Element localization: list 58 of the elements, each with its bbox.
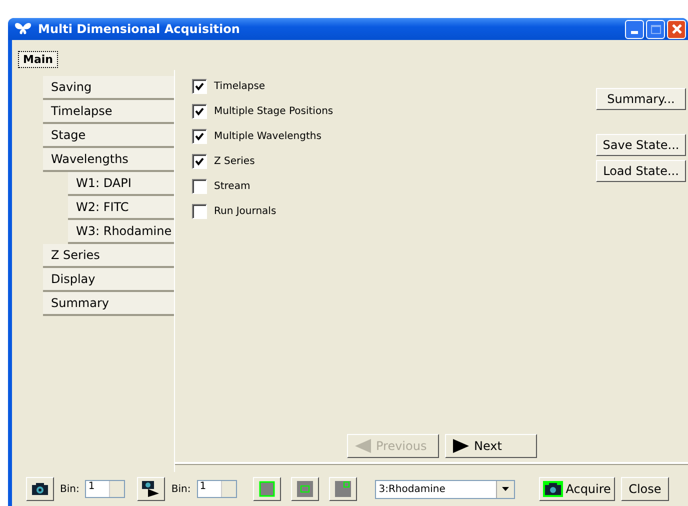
checkbox-label: Run Journals	[214, 206, 276, 216]
check-icon	[195, 132, 204, 140]
main-tab[interactable]: Main	[18, 51, 58, 68]
nav-item[interactable]: Timelapse	[43, 100, 174, 124]
nav-item[interactable]: Summary	[43, 292, 174, 316]
bin-label: Bin:	[171, 484, 191, 494]
nav-item[interactable]: Z Series	[43, 244, 174, 268]
checkbox-label: Stream	[214, 180, 250, 192]
dialog-button[interactable]: Load State...	[596, 160, 686, 182]
checkbox[interactable]	[192, 178, 207, 194]
checkbox-label: Timelapse	[214, 80, 266, 92]
check-icon	[195, 156, 204, 166]
checkbox[interactable]	[192, 78, 207, 94]
dialog-button[interactable]: Save State...	[596, 134, 686, 156]
nav-item[interactable]: Stage	[43, 124, 174, 148]
window-title: Multi Dimensional Acquisition	[38, 22, 241, 36]
right-triangle-icon	[452, 438, 470, 454]
check-icon	[195, 82, 204, 90]
corner-frame-icon	[334, 481, 351, 497]
nav-item[interactable]: Wavelengths	[43, 148, 174, 172]
bin-spinner[interactable]: 1	[85, 480, 126, 498]
butterfly-icon	[14, 22, 32, 36]
stream-button[interactable]	[137, 477, 166, 501]
nav-item[interactable]: Saving	[43, 76, 174, 100]
checkbox[interactable]	[192, 104, 207, 118]
camera-icon	[542, 481, 563, 497]
checkbox[interactable]	[192, 128, 207, 144]
close-dialog-button[interactable]: Close	[620, 477, 669, 501]
snap-button[interactable]	[26, 477, 54, 501]
center-frame-icon	[296, 481, 313, 497]
dialog-button[interactable]: Summary...	[596, 88, 686, 110]
checkbox[interactable]	[192, 154, 207, 168]
bin-label: Bin:	[60, 484, 80, 494]
dropdown-arrow-icon	[502, 487, 509, 491]
checkbox-label: Z Series	[214, 156, 255, 166]
check-icon	[195, 106, 204, 116]
corner-region-button[interactable]	[328, 477, 357, 501]
camera-play-icon	[141, 480, 162, 498]
maximize-button[interactable]	[646, 20, 665, 38]
next-button[interactable]: Next	[445, 434, 537, 458]
bin-spinner[interactable]: 1	[196, 480, 237, 498]
close-icon	[670, 22, 684, 36]
checkbox-label: Multiple Stage Positions	[214, 106, 334, 116]
nav-item[interactable]: Display	[43, 268, 174, 292]
checkbox[interactable]	[192, 204, 207, 218]
wavelength-dropdown[interactable]: 3:Rhodamine	[374, 480, 515, 498]
center-region-button[interactable]	[290, 477, 319, 501]
acquire-button[interactable]: Acquire	[538, 477, 615, 501]
checkbox-label: Multiple Wavelengths	[214, 130, 322, 142]
left-triangle-icon	[354, 438, 372, 454]
nav-item[interactable]: W1: DAPI	[68, 172, 174, 196]
minimize-button[interactable]	[625, 20, 644, 38]
nav-item[interactable]: W2: FITC	[68, 196, 174, 220]
close-button[interactable]	[667, 20, 686, 38]
camera-icon	[31, 482, 49, 496]
full-frame-icon	[258, 481, 275, 497]
nav-item[interactable]: W3: Rhodamine	[68, 220, 174, 244]
full-region-button[interactable]	[252, 477, 281, 501]
